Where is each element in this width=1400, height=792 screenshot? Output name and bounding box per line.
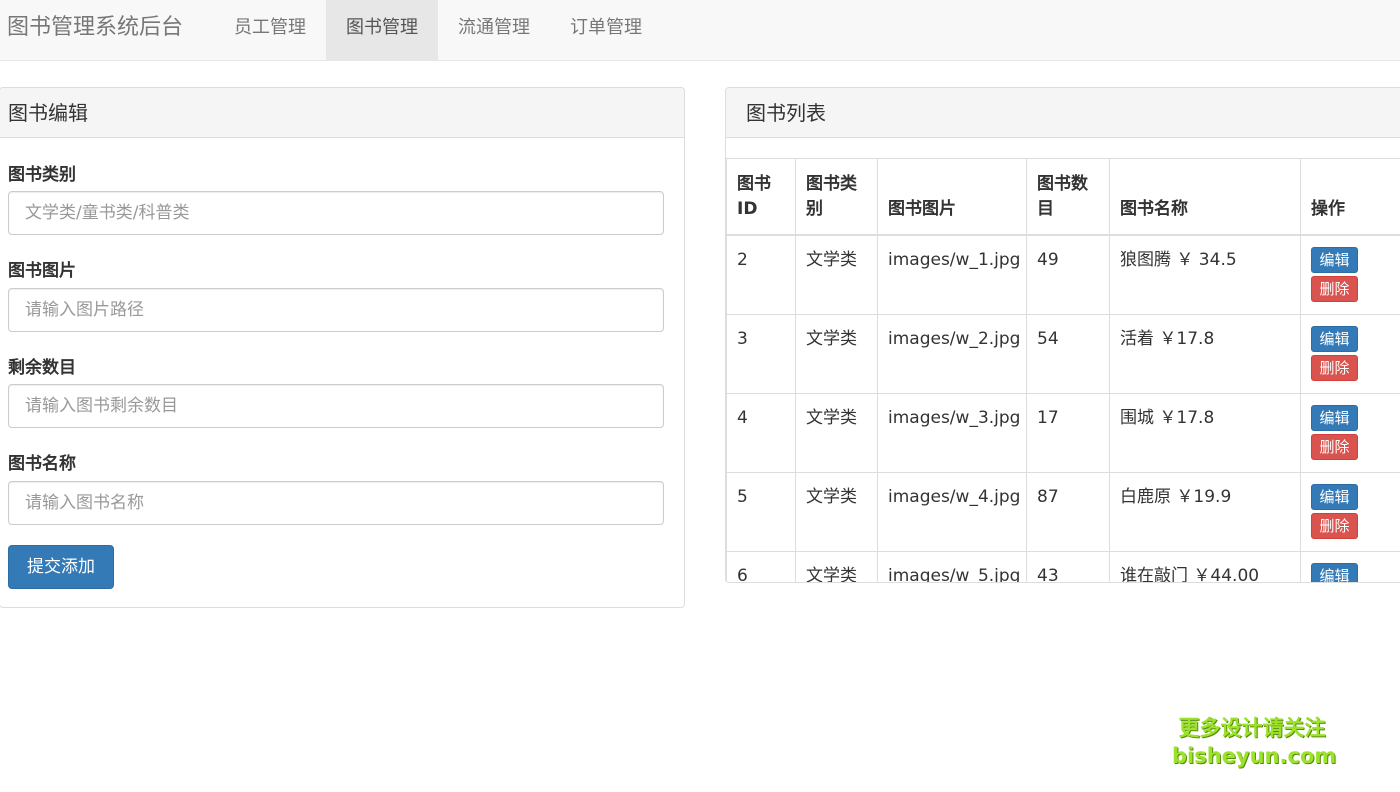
brand-title[interactable]: 图书管理系统后台 [7, 12, 183, 44]
cell-count: 17 [1026, 392, 1110, 473]
delete-button[interactable]: 删除 [1311, 433, 1358, 460]
cell-id: 4 [726, 392, 796, 473]
cell-count: 43 [1026, 550, 1110, 582]
book-edit-panel: 图书编辑 图书类别 图书图片 剩余数目 图书名称 提交添加 [0, 87, 685, 608]
cell-category: 文学类 [795, 392, 878, 473]
book-name-input[interactable] [8, 481, 664, 525]
cell-category: 文学类 [795, 313, 878, 394]
cell-id: 2 [726, 234, 796, 315]
edit-button[interactable]: 编辑 [1311, 246, 1358, 273]
edit-button[interactable]: 编辑 [1311, 562, 1358, 582]
table-row: 4 文学类 images/w_3.jpg 17 围城 ￥17.8 编辑 删除 [726, 392, 1400, 473]
table-row: 5 文学类 images/w_4.jpg 87 白鹿原 ￥19.9 编辑 删除 [726, 471, 1400, 552]
nav-item-orders[interactable]: 订单管理 [550, 0, 662, 60]
edit-button[interactable]: 编辑 [1311, 404, 1358, 431]
edit-button[interactable]: 编辑 [1311, 325, 1358, 352]
cell-category: 文学类 [795, 550, 878, 582]
table-row: 3 文学类 images/w_2.jpg 54 活着 ￥17.8 编辑 删除 [726, 313, 1400, 394]
column-header-count: 图书数目 [1026, 158, 1110, 236]
cell-name: 活着 ￥17.8 [1109, 313, 1301, 394]
cell-actions: 编辑 删除 [1300, 471, 1400, 552]
watermark-line-2: bisheyun.com [1172, 744, 1337, 768]
book-list-panel: 图书列表 图书ID 图书类别 图书图片 图书数目 图书名称 操作 2 文学类 i… [725, 87, 1400, 583]
top-navbar: 图书管理系统后台 员工管理 图书管理 流通管理 订单管理 [0, 0, 1400, 61]
submit-add-button[interactable]: 提交添加 [8, 545, 114, 589]
cell-image: images/w_1.jpg [877, 234, 1027, 315]
cell-category: 文学类 [795, 234, 878, 315]
delete-button[interactable]: 删除 [1311, 354, 1358, 381]
nav-item-staff[interactable]: 员工管理 [214, 0, 326, 60]
cell-category: 文学类 [795, 471, 878, 552]
nav-item-circulation[interactable]: 流通管理 [438, 0, 550, 60]
cell-id: 3 [726, 313, 796, 394]
cell-count: 54 [1026, 313, 1110, 394]
book-table-scroll[interactable]: 图书ID 图书类别 图书图片 图书数目 图书名称 操作 2 文学类 images… [726, 158, 1400, 582]
category-input[interactable] [8, 191, 664, 235]
table-row: 6 文学类 images/w_5.jpg 43 谁在敲门 ￥44.00 编辑 删… [726, 550, 1400, 582]
book-table: 图书ID 图书类别 图书图片 图书数目 图书名称 操作 2 文学类 images… [726, 158, 1400, 582]
column-header-actions: 操作 [1300, 158, 1400, 236]
table-row: 2 文学类 images/w_1.jpg 49 狼图腾 ￥ 34.5 编辑 删除 [726, 234, 1400, 315]
cell-actions: 编辑 删除 [1300, 392, 1400, 473]
cell-actions: 编辑 删除 [1300, 234, 1400, 315]
image-label: 图书图片 [8, 261, 76, 281]
cell-id: 6 [726, 550, 796, 582]
watermark-line-1: 更多设计请关注 [1178, 716, 1326, 740]
delete-button[interactable]: 删除 [1311, 512, 1358, 539]
column-header-image: 图书图片 [877, 158, 1027, 236]
cell-image: images/w_4.jpg [877, 471, 1027, 552]
cell-image: images/w_5.jpg [877, 550, 1027, 582]
cell-id: 5 [726, 471, 796, 552]
cell-name: 狼图腾 ￥ 34.5 [1109, 234, 1301, 315]
cell-name: 谁在敲门 ￥44.00 [1109, 550, 1301, 582]
column-header-category: 图书类别 [795, 158, 878, 236]
column-header-name: 图书名称 [1109, 158, 1301, 236]
cell-actions: 编辑 删除 [1300, 550, 1400, 582]
cell-image: images/w_2.jpg [877, 313, 1027, 394]
edit-panel-title: 图书编辑 [0, 88, 684, 138]
cell-count: 49 [1026, 234, 1110, 315]
cell-name: 围城 ￥17.8 [1109, 392, 1301, 473]
remaining-count-input[interactable] [8, 384, 664, 428]
book-name-label: 图书名称 [8, 454, 76, 474]
nav-item-books[interactable]: 图书管理 [326, 0, 438, 60]
delete-button[interactable]: 删除 [1311, 275, 1358, 302]
watermark-logo: 更多设计请关注 bisheyun.com [1172, 714, 1337, 770]
category-label: 图书类别 [8, 165, 76, 185]
cell-actions: 编辑 删除 [1300, 313, 1400, 394]
column-header-id: 图书ID [726, 158, 796, 236]
image-path-input[interactable] [8, 288, 664, 332]
edit-button[interactable]: 编辑 [1311, 483, 1358, 510]
list-panel-title: 图书列表 [726, 88, 1400, 138]
cell-image: images/w_3.jpg [877, 392, 1027, 473]
remaining-count-label: 剩余数目 [8, 358, 76, 378]
cell-count: 87 [1026, 471, 1110, 552]
cell-name: 白鹿原 ￥19.9 [1109, 471, 1301, 552]
table-header-row: 图书ID 图书类别 图书图片 图书数目 图书名称 操作 [726, 158, 1400, 236]
